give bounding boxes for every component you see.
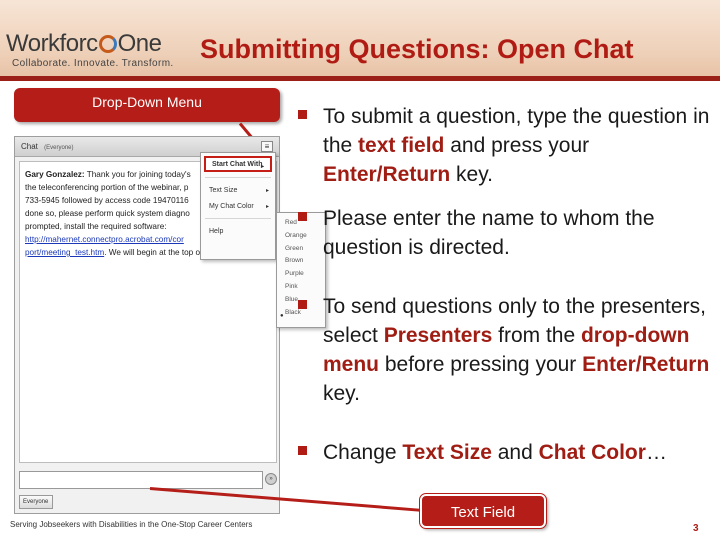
- chat-line: prompted, install the required software:: [25, 222, 167, 231]
- menu-item-text-size[interactable]: Text Size ▸: [201, 182, 275, 198]
- bullet-text: before pressing your: [379, 353, 583, 376]
- chat-link-continued[interactable]: port/meeting_test.htm: [25, 248, 104, 257]
- bullet-highlight: Enter/Return: [582, 353, 710, 376]
- chat-line: done so, please perform quick system dia…: [25, 209, 190, 218]
- bullet-text: and: [491, 441, 539, 464]
- bullet-highlight: Text Size: [402, 441, 492, 464]
- bullet-submit-question: To submit a question, type the question …: [296, 102, 716, 189]
- bullet-icon: [298, 110, 307, 119]
- bullet-text: Change: [323, 441, 403, 464]
- selected-check-icon: ●: [280, 313, 284, 319]
- pod-options-menu: Start Chat With ▸ Text Size ▸ My Chat Co…: [200, 152, 276, 260]
- bullet-text: Please enter the name to whom the questi…: [323, 207, 655, 259]
- menu-item-label: Start Chat With: [212, 161, 263, 168]
- bullet-icon: [298, 446, 307, 455]
- color-option-pink[interactable]: Pink: [277, 280, 325, 293]
- submenu-arrow-icon: ▸: [260, 164, 264, 170]
- bullet-text: …: [645, 441, 667, 464]
- menu-item-label: My Chat Color: [209, 203, 254, 210]
- logo-word-one: One: [117, 30, 162, 57]
- chat-line: 733-5945 followed by access code 1947011…: [25, 196, 189, 205]
- chat-line: the teleconferencing portion of the webi…: [25, 183, 189, 192]
- text-field-callout: Text Field: [419, 493, 547, 529]
- menu-item-label: Text Size: [209, 187, 238, 194]
- logo-word: Workforc: [6, 30, 98, 57]
- color-option-purple[interactable]: Purple: [277, 267, 325, 280]
- bullet-presenters: To send questions only to the presenters…: [296, 292, 716, 408]
- logo-swirl-icon: [98, 35, 117, 53]
- menu-item-start-chat-with[interactable]: Start Chat With ▸: [204, 156, 272, 172]
- menu-item-my-chat-color[interactable]: My Chat Color ▸: [201, 198, 275, 214]
- menu-divider: [205, 218, 271, 219]
- bullet-enter-name: Please enter the name to whom the questi…: [296, 204, 716, 262]
- menu-divider: [205, 177, 271, 178]
- menu-item-help[interactable]: Help: [201, 223, 275, 239]
- submenu-arrow-icon: ▸: [265, 188, 269, 194]
- bullet-text: key.: [450, 163, 493, 186]
- dropdown-menu-callout: Drop-Down Menu: [14, 88, 280, 122]
- submenu-arrow-icon: ▸: [265, 204, 269, 210]
- slide-title: Submitting Questions: Open Chat: [200, 34, 634, 64]
- logo-tagline: Collaborate. Innovate. Transform.: [12, 58, 174, 69]
- bullet-icon: [298, 300, 307, 309]
- bullet-text-size-color: Change Text Size and Chat Color…: [296, 438, 716, 467]
- bullet-text: from the: [492, 324, 581, 347]
- header-divider: [0, 76, 720, 81]
- page-number: 3: [693, 523, 699, 534]
- footer-text: Serving Jobseekers with Disabilities in …: [10, 520, 253, 529]
- menu-item-label: Help: [209, 228, 224, 235]
- bullet-highlight: Enter/Return: [323, 163, 451, 186]
- chat-pod-title: Chat: [21, 142, 38, 151]
- bullet-highlight: Chat Color: [538, 441, 646, 464]
- chat-sender: Gary Gonzalez:: [25, 170, 85, 179]
- bullet-icon: [298, 212, 307, 221]
- bullet-highlight: text field: [358, 134, 445, 157]
- chat-line: Thank you for joining today's: [84, 170, 191, 179]
- bullet-text: and press your: [444, 134, 590, 157]
- bullet-text: key.: [323, 382, 360, 405]
- pod-options-button[interactable]: ≡: [261, 141, 273, 152]
- chat-audience-label: (Everyone): [44, 145, 74, 151]
- chat-text-field[interactable]: [19, 471, 263, 489]
- chat-link[interactable]: http://mahernet.connectpro.acrobat.com/c…: [25, 235, 184, 244]
- logo: Workforc One: [6, 30, 162, 58]
- audience-tab[interactable]: Everyone: [19, 495, 53, 509]
- bullet-highlight: Presenters: [383, 324, 493, 347]
- send-icon[interactable]: »: [265, 473, 277, 485]
